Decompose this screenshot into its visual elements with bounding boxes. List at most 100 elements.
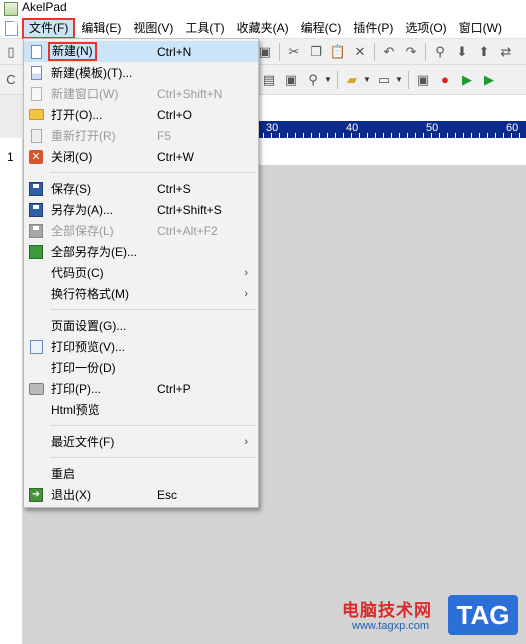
clipboard-icon[interactable]: ▤ [258, 69, 280, 91]
window-title: AkelPad [22, 0, 67, 14]
chevron-down-icon[interactable]: ▼ [363, 75, 373, 84]
submenu-arrow-icon: › [244, 266, 248, 279]
menu-bar: 文件(F) 编辑(E) 视图(V) 工具(T) 收藏夹(A) 编程(C) 插件(… [0, 17, 526, 39]
menu-item-label: 新建(N) [48, 42, 97, 61]
menu-item-save-all[interactable]: 全部保存(L) Ctrl+Alt+F2 [24, 220, 258, 241]
macro-icon[interactable]: ▣ [412, 69, 434, 91]
menu-item-recent-files[interactable]: 最近文件(F) › [24, 431, 258, 452]
menu-item-print-one[interactable]: 打印一份(D) [24, 357, 258, 378]
menu-item-new-window[interactable]: 新建窗口(W) Ctrl+Shift+N [24, 83, 258, 104]
menu-item-shortcut: Ctrl+Shift+N [157, 86, 223, 101]
menu-favorites[interactable]: 收藏夹(A) [231, 19, 295, 38]
redo-icon[interactable]: ↷ [400, 41, 422, 63]
menu-item-reopen[interactable]: 重新打开(R) F5 [24, 125, 258, 146]
menu-item-open[interactable]: 打开(O)... Ctrl+O [24, 104, 258, 125]
find-down-icon[interactable]: ⬇ [451, 41, 473, 63]
replace-icon[interactable]: ⇄ [495, 41, 517, 63]
menu-item-shortcut: Ctrl+S [157, 181, 191, 196]
menu-item-close[interactable]: ✕ 关闭(O) Ctrl+W [24, 146, 258, 167]
file-menu-dropdown: 新建(N) Ctrl+N 新建(模板)(T)... 新建窗口(W) Ctrl+S… [23, 38, 259, 508]
undo-icon[interactable]: ↶ [378, 41, 400, 63]
menu-item-codepage[interactable]: 代码页(C) › [24, 262, 258, 283]
new-file-icon[interactable]: ▯ [0, 41, 22, 63]
menu-separator [50, 457, 256, 458]
codepage-icon[interactable]: C [0, 69, 22, 91]
menu-item-label: 打印一份(D) [51, 361, 116, 375]
menu-item-label: 重启 [51, 467, 76, 481]
menu-plugins[interactable]: 插件(P) [347, 19, 399, 38]
paste-icon[interactable]: 📋 [327, 41, 349, 63]
toolbar-separator [425, 42, 426, 61]
menu-item-shortcut: F5 [157, 128, 172, 143]
menu-options[interactable]: 选项(O) [399, 19, 452, 38]
menu-coding[interactable]: 编程(C) [295, 19, 348, 38]
printer-icon [28, 381, 44, 396]
menu-item-save[interactable]: 保存(S) Ctrl+S [24, 178, 258, 199]
watermark-url: www.tagxp.com [352, 620, 430, 632]
play-icon[interactable]: ▶ [456, 69, 478, 91]
close-icon: ✕ [28, 149, 44, 164]
menu-edit[interactable]: 编辑(E) [75, 19, 127, 38]
new-document-icon [28, 44, 44, 59]
reopen-icon [28, 128, 44, 143]
play-repeat-icon[interactable]: ▶ [478, 69, 500, 91]
line-number: 1 [7, 150, 14, 164]
line-number-gutter: 1 [0, 138, 23, 644]
menu-item-html-preview[interactable]: Html预览 [24, 399, 258, 420]
menu-item-save-all-as[interactable]: 全部另存为(E)... [24, 241, 258, 262]
submenu-arrow-icon: › [244, 435, 248, 448]
exit-icon: ➜ [28, 487, 44, 502]
menu-separator [50, 425, 256, 426]
menu-item-exit[interactable]: ➜ 退出(X) Esc [24, 484, 258, 505]
menu-item-label: 全部保存(L) [51, 224, 114, 238]
menu-item-shortcut: Esc [157, 487, 178, 502]
submenu-arrow-icon: › [244, 287, 248, 300]
copy-icon[interactable]: ❐ [305, 41, 327, 63]
menu-item-label: 关闭(O) [51, 150, 93, 164]
find-icon[interactable]: ⚲ [429, 41, 451, 63]
menu-item-save-as[interactable]: 另存为(A)... Ctrl+Shift+S [24, 199, 258, 220]
menu-item-new-from-template[interactable]: 新建(模板)(T)... [24, 62, 258, 83]
menu-item-label: 重新打开(R) [51, 129, 116, 143]
new-window-icon [28, 86, 44, 101]
toolbar-separator [408, 70, 409, 89]
menu-tools[interactable]: 工具(T) [179, 19, 230, 38]
toolbar-separator [374, 42, 375, 61]
toolbar-separator [337, 70, 338, 89]
menu-item-label: 全部另存为(E)... [51, 245, 137, 259]
save-session-icon[interactable]: ▣ [280, 69, 302, 91]
menu-separator [50, 309, 256, 310]
window-list-icon[interactable]: ▭ [373, 69, 395, 91]
cut-icon[interactable]: ✂ [283, 41, 305, 63]
menu-item-label: 打印预览(V)... [51, 340, 125, 354]
menu-item-new[interactable]: 新建(N) Ctrl+N [24, 41, 258, 62]
chevron-down-icon[interactable]: ▼ [395, 75, 405, 84]
menu-item-page-setup[interactable]: 页面设置(G)... [24, 315, 258, 336]
menu-view[interactable]: 视图(V) [127, 19, 179, 38]
zoom-icon[interactable]: ⚲ [302, 69, 324, 91]
menu-item-label: 打开(O)... [51, 108, 103, 122]
menu-item-restart[interactable]: 重启 [24, 463, 258, 484]
chevron-down-icon[interactable]: ▼ [324, 75, 334, 84]
record-icon[interactable]: ● [434, 69, 456, 91]
menu-item-label: 代码页(C) [51, 266, 104, 280]
folder-icon [28, 107, 44, 122]
find-up-icon[interactable]: ⬆ [473, 41, 495, 63]
menu-window[interactable]: 窗口(W) [453, 19, 508, 38]
menu-item-shortcut: Ctrl+W [157, 149, 194, 164]
menu-item-label: 保存(S) [51, 182, 91, 196]
open-folder-icon[interactable]: ▰ [341, 69, 363, 91]
menu-item-print[interactable]: 打印(P)... Ctrl+P [24, 378, 258, 399]
menu-item-newline-format[interactable]: 换行符格式(M) › [24, 283, 258, 304]
title-bar: AkelPad [0, 0, 526, 18]
watermark-badge: TAG [448, 595, 518, 635]
menu-separator [50, 172, 256, 173]
menu-item-print-preview[interactable]: 打印预览(V)... [24, 336, 258, 357]
delete-icon[interactable]: ✕ [349, 41, 371, 63]
menu-item-label: Html预览 [51, 403, 100, 417]
menu-file[interactable]: 文件(F) [22, 17, 76, 39]
menu-item-label: 最近文件(F) [51, 435, 115, 449]
menu-item-shortcut: Ctrl+Shift+S [157, 202, 222, 217]
menu-item-shortcut: Ctrl+N [157, 44, 192, 59]
menu-item-shortcut: Ctrl+Alt+F2 [157, 223, 218, 238]
